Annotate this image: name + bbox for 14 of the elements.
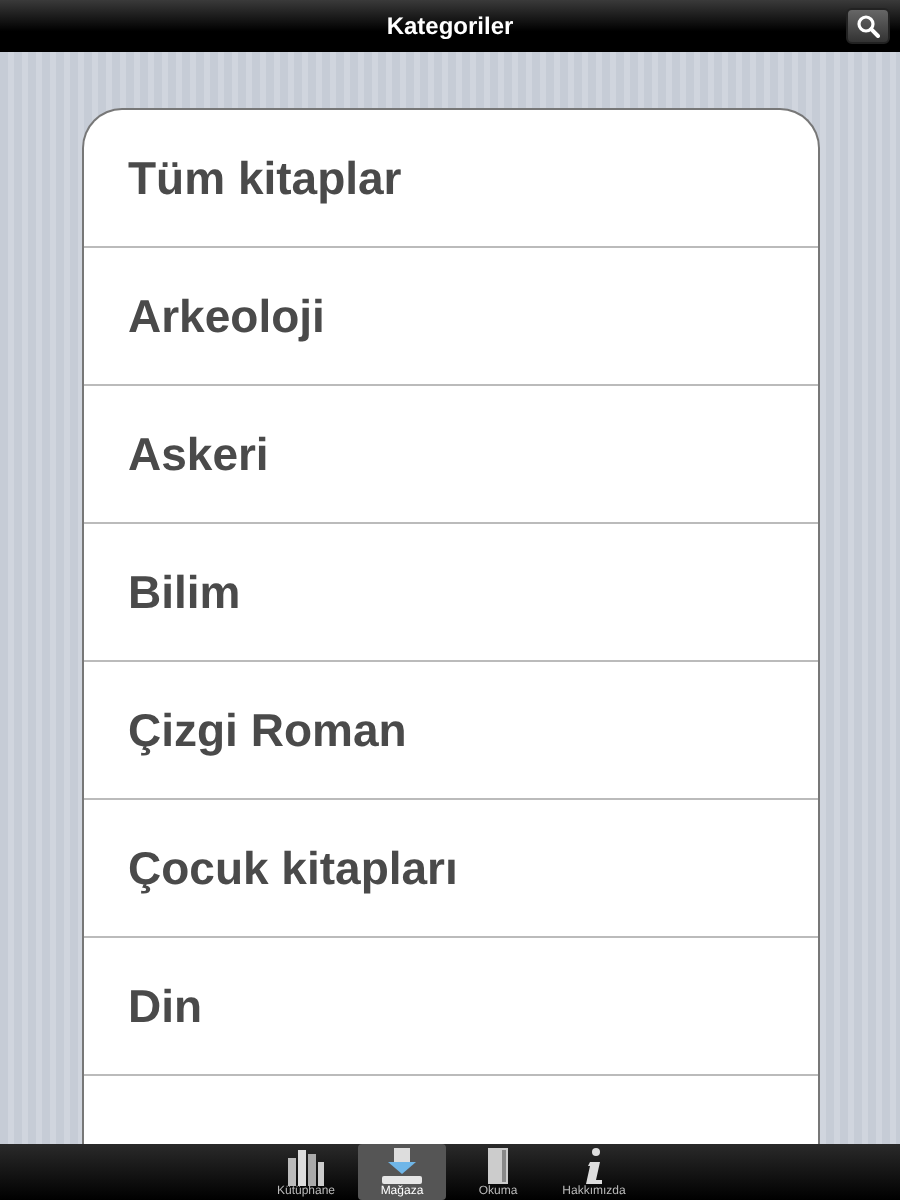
navigation-title: Kategoriler: [386, 12, 514, 40]
category-item[interactable]: Tüm kitaplar: [84, 110, 818, 248]
category-item[interactable]: Bilim: [84, 524, 818, 662]
category-item[interactable]: Çocuk kitapları: [84, 800, 818, 938]
search-icon: [856, 14, 880, 38]
info-icon: [582, 1146, 606, 1186]
category-item[interactable]: Askeri: [84, 386, 818, 524]
category-item[interactable]: Çizgi Roman: [84, 662, 818, 800]
download-tray-icon: [378, 1146, 426, 1186]
category-item[interactable]: Din: [84, 938, 818, 1076]
search-button[interactable]: [846, 8, 890, 44]
book-icon: [484, 1146, 512, 1186]
category-item[interactable]: Arkeoloji: [84, 248, 818, 386]
books-icon: [284, 1146, 328, 1186]
